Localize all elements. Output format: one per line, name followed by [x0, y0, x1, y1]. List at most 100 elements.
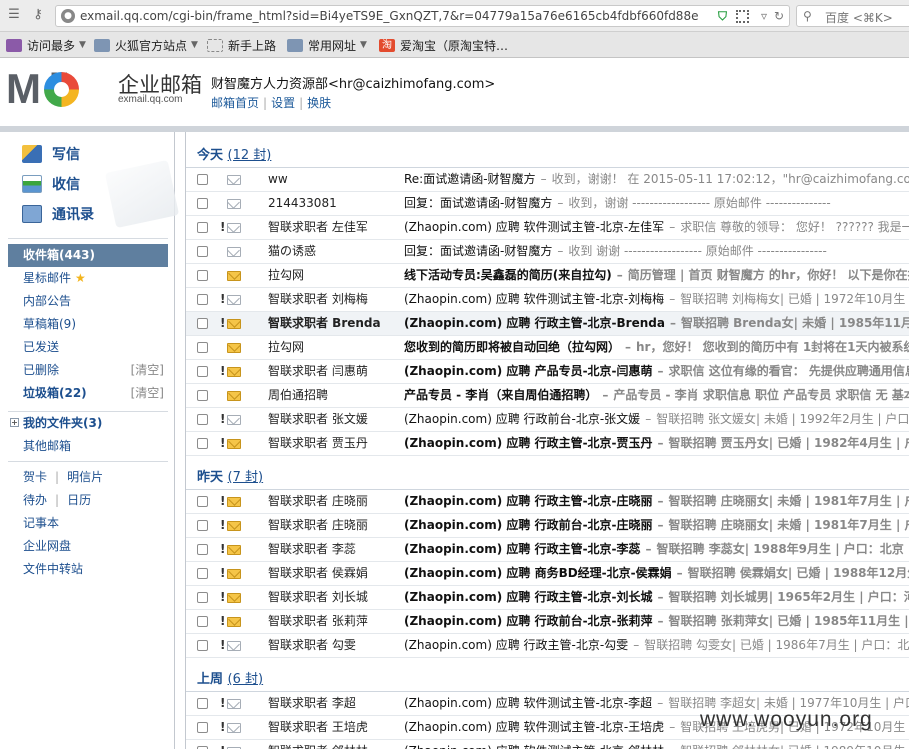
- sidebar-item-deleted[interactable]: 已删除 [清空]: [8, 359, 168, 382]
- search-box[interactable]: ⚲ 百度 <⌘K>: [796, 5, 909, 27]
- receive-button[interactable]: 收信: [22, 172, 80, 196]
- mail-row[interactable]: 猫の诱惑 回复：面试邀请函-财智魔方 – 收到 谢谢 ----------------…: [186, 240, 909, 264]
- chevron-down-icon[interactable]: ▿: [761, 9, 767, 24]
- postcard-link[interactable]: 明信片: [67, 470, 103, 484]
- select-checkbox[interactable]: [197, 722, 208, 733]
- mail-subject[interactable]: (Zhaopin.com) 应聘 行政前台-北京-庄晓丽 – 智联招聘 庄晓丽女| …: [404, 514, 909, 537]
- group-count-link[interactable]: (7 封): [228, 470, 264, 485]
- select-checkbox[interactable]: [197, 544, 208, 555]
- group-count-link[interactable]: (12 封): [228, 148, 272, 163]
- select-checkbox[interactable]: [197, 520, 208, 531]
- mail-subject[interactable]: (Zhaopin.com) 应聘 行政主管-北京-刘长城 – 智联招聘 刘长城男| …: [404, 586, 909, 609]
- bookmark-getting-started[interactable]: 新手上路: [207, 37, 276, 53]
- sidebar-item-announcements[interactable]: 内部公告: [8, 290, 168, 313]
- contacts-button[interactable]: 通讯录: [22, 202, 94, 226]
- mail-row[interactable]: ! 智联求职者 刘长城 (Zhaopin.com) 应聘 行政主管-北京-刘长城 – 智…: [186, 586, 909, 610]
- expand-icon[interactable]: +: [10, 418, 19, 427]
- sidebar-item-drafts[interactable]: 草稿箱(9): [8, 313, 168, 336]
- select-checkbox[interactable]: [197, 414, 208, 425]
- mail-row[interactable]: 周伯通招聘 产品专员 - 李肖（来自周伯通招聘） – 产品专员 - 李肖 求职信息 职…: [186, 384, 909, 408]
- select-checkbox[interactable]: [197, 342, 208, 353]
- qrcode-icon[interactable]: [736, 10, 749, 23]
- mail-subject[interactable]: (Zhaopin.com) 应聘 行政主管-北京-贾玉丹 – 智联招聘 贾玉丹女| …: [404, 432, 909, 455]
- bookmark-firefox[interactable]: 火狐官方站点 ▼: [94, 37, 198, 53]
- mail-row[interactable]: 拉勾网 您收到的简历即将被自动回绝（拉勾网） – hr，您好！ 您收到的简历中有 1封…: [186, 336, 909, 360]
- sidebar-item-inbox[interactable]: 收件箱(443): [8, 244, 168, 267]
- search-placeholder[interactable]: 百度 <⌘K>: [825, 9, 893, 26]
- address-bar[interactable]: ● exmail.qq.com/cgi-bin/frame_html?sid=B…: [55, 5, 790, 27]
- mail-subject[interactable]: Re:面试邀请函-财智魔方 – 收到，谢谢！ 在 2015-05-11 17:02:…: [404, 168, 909, 191]
- bookmark-common-sites[interactable]: 常用网址 ▼: [287, 37, 367, 53]
- select-checkbox[interactable]: [197, 198, 208, 209]
- mail-row[interactable]: ! 智联求职者 闫惠萌 (Zhaopin.com) 应聘 产品专员-北京-闫惠萌 – 求…: [186, 360, 909, 384]
- mail-row[interactable]: 214433081 回复：面试邀请函-财智魔方 – 收到，谢谢 -----------…: [186, 192, 909, 216]
- select-checkbox[interactable]: [197, 318, 208, 329]
- select-checkbox[interactable]: [197, 568, 208, 579]
- mail-row[interactable]: ! 智联求职者 Brenda (Zhaopin.com) 应聘 行政主管-北京-Br…: [186, 312, 909, 336]
- bookmark-most-visited[interactable]: 访问最多 ▼: [6, 37, 86, 53]
- mail-subject[interactable]: (Zhaopin.com) 应聘 行政主管-北京-Brenda – 智联招聘 Bre…: [404, 312, 909, 335]
- mail-row[interactable]: ! 智联求职者 张莉萍 (Zhaopin.com) 应聘 行政前台-北京-张莉萍 – 智…: [186, 610, 909, 634]
- select-checkbox[interactable]: [197, 438, 208, 449]
- mail-row[interactable]: ! 智联求职者 刘梅梅 (Zhaopin.com) 应聘 软件测试主管-北京-刘梅梅…: [186, 288, 909, 312]
- mail-row[interactable]: ! 智联求职者 庄晓丽 (Zhaopin.com) 应聘 行政前台-北京-庄晓丽 – 智…: [186, 514, 909, 538]
- clear-deleted-link[interactable]: [清空]: [131, 359, 164, 382]
- select-checkbox[interactable]: [197, 698, 208, 709]
- shield-icon[interactable]: ⛉: [718, 9, 727, 24]
- select-checkbox[interactable]: [197, 270, 208, 281]
- menu-icon[interactable]: ☰: [6, 7, 22, 23]
- mail-subject[interactable]: (Zhaopin.com) 应聘 行政主管-北京-李蕊 – 智联招聘 李蕊女| 19…: [404, 538, 909, 561]
- mail-row[interactable]: ! 智联求职者 李蕊 (Zhaopin.com) 应聘 行政主管-北京-李蕊 – 智联招…: [186, 538, 909, 562]
- mail-row[interactable]: ! 智联求职者 侯霖娟 (Zhaopin.com) 应聘 商务BD经理-北京-侯霖娟…: [186, 562, 909, 586]
- bookmark-taobao[interactable]: 淘 爱淘宝（原淘宝特…: [379, 37, 508, 53]
- group-count-link[interactable]: (6 封): [228, 672, 264, 687]
- mail-subject[interactable]: (Zhaopin.com) 应聘 软件测试主管-北京-左佳军 – 求职信 尊敬的领导…: [404, 216, 909, 239]
- select-checkbox[interactable]: [197, 174, 208, 185]
- netdisk-link[interactable]: 企业网盘: [23, 539, 71, 553]
- url-text[interactable]: exmail.qq.com/cgi-bin/frame_html?sid=Bi4…: [80, 9, 698, 23]
- mail-row[interactable]: ! 智联求职者 郐林林 (Zhaopin.com) 应聘 软件测试主管-北京-郐林林…: [186, 740, 909, 749]
- sidebar-item-other-mailbox[interactable]: 其他邮箱: [8, 435, 168, 458]
- mail-row[interactable]: ! 智联求职者 左佳军 (Zhaopin.com) 应聘 软件测试主管-北京-左佳军…: [186, 216, 909, 240]
- file-transfer-link[interactable]: 文件中转站: [23, 562, 83, 576]
- sidebar-item-spam[interactable]: 垃圾箱(22) [清空]: [8, 382, 168, 405]
- key-icon[interactable]: ⚷: [30, 7, 46, 23]
- select-checkbox[interactable]: [197, 366, 208, 377]
- mail-subject[interactable]: (Zhaopin.com) 应聘 软件测试主管-北京-刘梅梅 – 智联招聘 刘梅梅女…: [404, 288, 909, 311]
- select-checkbox[interactable]: [197, 496, 208, 507]
- mail-subject[interactable]: (Zhaopin.com) 应聘 商务BD经理-北京-侯霖娟 – 智联招聘 侯霖娟女…: [404, 562, 909, 585]
- mail-row[interactable]: ww Re:面试邀请函-财智魔方 – 收到，谢谢！ 在 2015-05-11 17:0…: [186, 168, 909, 192]
- mail-row[interactable]: ! 智联求职者 庄晓丽 (Zhaopin.com) 应聘 行政主管-北京-庄晓丽 – 智…: [186, 490, 909, 514]
- notes-link[interactable]: 记事本: [23, 516, 59, 530]
- select-checkbox[interactable]: [197, 390, 208, 401]
- calendar-link[interactable]: 日历: [67, 493, 91, 507]
- sidebar-item-sent[interactable]: 已发送: [8, 336, 168, 359]
- mail-subject[interactable]: (Zhaopin.com) 应聘 产品专员-北京-闫惠萌 – 求职信 这位有缘的看官…: [404, 360, 909, 383]
- mailbox-home-link[interactable]: 邮箱首页: [211, 96, 259, 110]
- mail-subject[interactable]: 回复：面试邀请函-财智魔方 – 收到 谢谢 ------------------ 原…: [404, 240, 827, 263]
- greeting-card-link[interactable]: 贺卡: [23, 470, 47, 484]
- compose-button[interactable]: 写信: [22, 142, 80, 166]
- select-checkbox[interactable]: [197, 616, 208, 627]
- mail-subject[interactable]: (Zhaopin.com) 应聘 行政主管-北京-勾雯 – 智联招聘 勾雯女| 已婚…: [404, 634, 909, 657]
- mail-row[interactable]: ! 智联求职者 勾雯 (Zhaopin.com) 应聘 行政主管-北京-勾雯 – 智联招…: [186, 634, 909, 658]
- mail-row[interactable]: ! 智联求职者 张文媛 (Zhaopin.com) 应聘 行政前台-北京-张文媛 – 智…: [186, 408, 909, 432]
- clear-spam-link[interactable]: [清空]: [131, 382, 164, 405]
- settings-link[interactable]: 设置: [271, 96, 295, 110]
- mail-subject[interactable]: (Zhaopin.com) 应聘 行政主管-北京-庄晓丽 – 智联招聘 庄晓丽女| …: [404, 490, 909, 513]
- mail-row[interactable]: 拉勾网 线下活动专员:吴鑫磊的简历(来自拉勾) – 简历管理 | 首页 财智魔方 的h…: [186, 264, 909, 288]
- mail-subject[interactable]: (Zhaopin.com) 应聘 行政前台-北京-张莉萍 – 智联招聘 张莉萍女| …: [404, 610, 909, 633]
- skin-link[interactable]: 换肤: [307, 96, 331, 110]
- select-checkbox[interactable]: [197, 592, 208, 603]
- mail-row[interactable]: ! 智联求职者 贾玉丹 (Zhaopin.com) 应聘 行政主管-北京-贾玉丹 – 智…: [186, 432, 909, 456]
- mail-subject[interactable]: 回复：面试邀请函-财智魔方 – 收到，谢谢 ------------------ 原…: [404, 192, 831, 215]
- sidebar-item-my-folders[interactable]: + 我的文件夹(3): [8, 412, 168, 435]
- mail-subject[interactable]: (Zhaopin.com) 应聘 软件测试主管-北京-郐林林–智联招聘 郐林林女…: [404, 740, 905, 749]
- mail-subject[interactable]: 产品专员 - 李肖（来自周伯通招聘） – 产品专员 - 李肖 求职信息 职位 产品专…: [404, 384, 909, 407]
- select-checkbox[interactable]: [197, 222, 208, 233]
- mail-subject[interactable]: (Zhaopin.com) 应聘 行政前台-北京-张文媛 – 智联招聘 张文媛女| …: [404, 408, 909, 431]
- select-checkbox[interactable]: [197, 294, 208, 305]
- mail-subject[interactable]: 线下活动专员:吴鑫磊的简历(来自拉勾) – 简历管理 | 首页 财智魔方 的hr，你…: [404, 264, 909, 287]
- todo-link[interactable]: 待办: [23, 493, 47, 507]
- mail-subject[interactable]: 您收到的简历即将被自动回绝（拉勾网） – hr，您好！ 您收到的简历中有 1封将在1…: [404, 336, 909, 359]
